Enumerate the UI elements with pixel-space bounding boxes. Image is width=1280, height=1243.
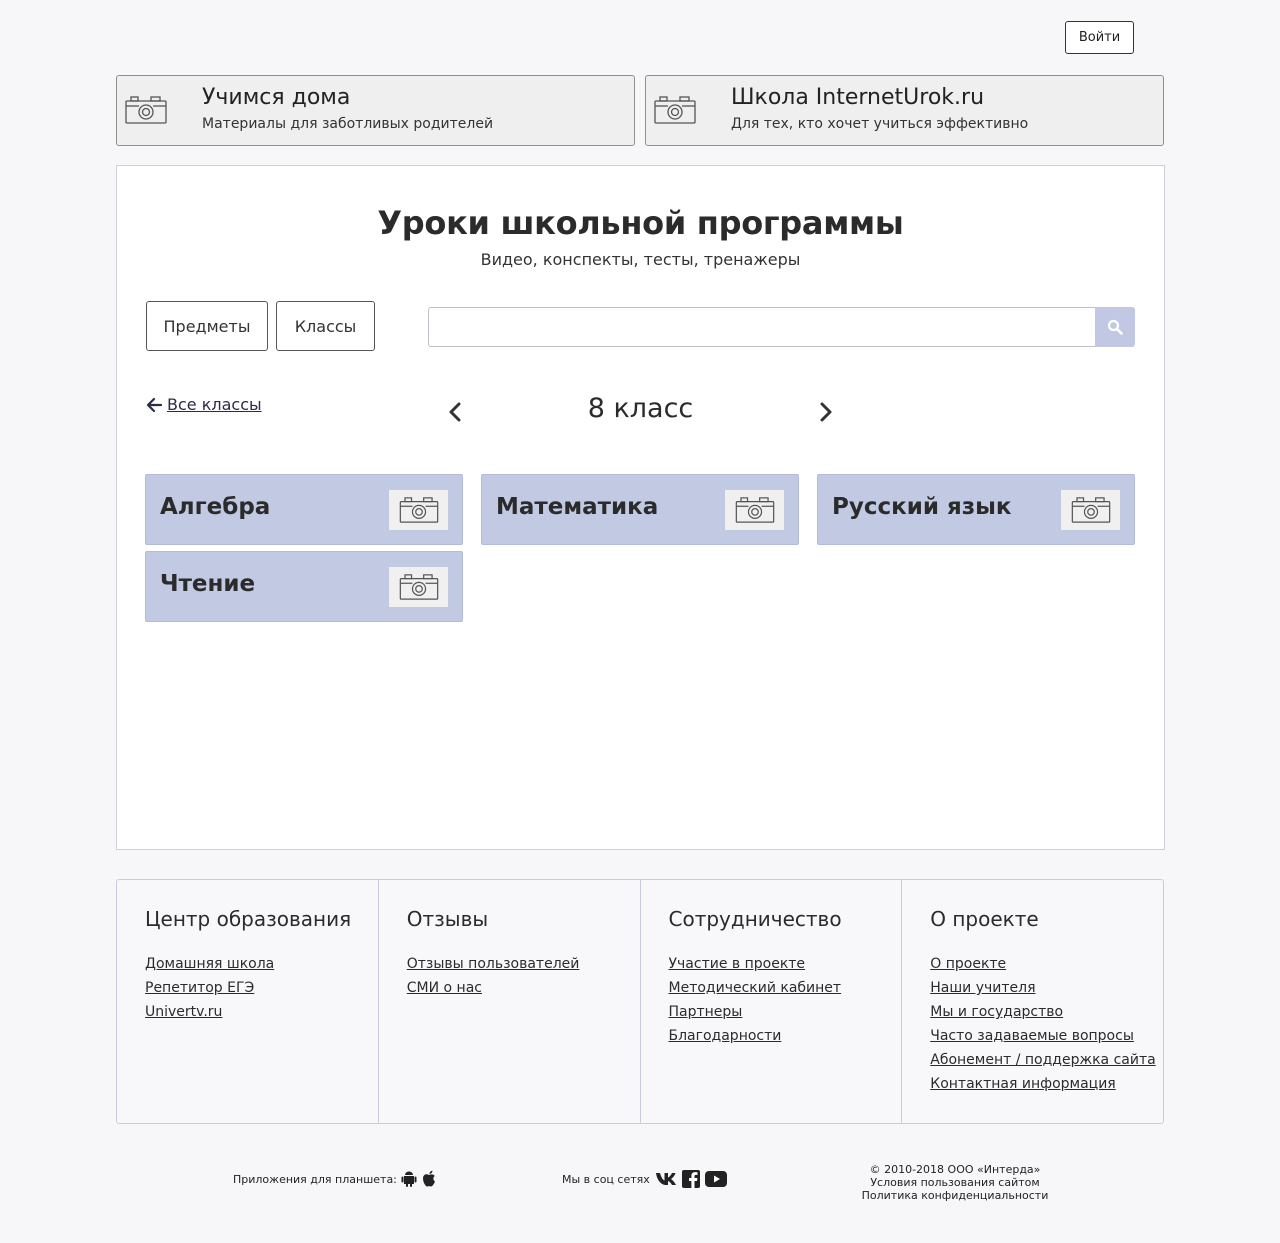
footer-link[interactable]: Благодарности xyxy=(669,1024,902,1048)
chevron-right-icon xyxy=(820,402,832,422)
subject-card-algebra[interactable]: Алгебра xyxy=(145,474,463,545)
youtube-icon[interactable] xyxy=(704,1171,727,1187)
footer-column-title: Сотрудничество xyxy=(668,907,842,931)
apple-icon[interactable] xyxy=(421,1170,437,1188)
footer-link[interactable]: Абонемент / поддержка сайта xyxy=(930,1048,1163,1072)
tab-classes[interactable]: Классы xyxy=(276,301,375,351)
camera-icon xyxy=(1061,490,1120,530)
footer-link[interactable]: Партнеры xyxy=(669,1000,902,1024)
footer-column-education: Центр образования Домашняя школа Репетит… xyxy=(117,880,379,1123)
subject-name: Алгебра xyxy=(160,494,271,520)
copyright-section: © 2010-2018 ООО «Интерда» Условия пользо… xyxy=(840,1163,1070,1202)
footer-link[interactable]: Univertv.ru xyxy=(145,1000,378,1024)
subject-name: Чтение xyxy=(160,571,256,597)
footer-link[interactable]: Контактная информация xyxy=(930,1072,1163,1096)
promo-internet-school[interactable]: Школа InternetUrok.ru Для тех, кто хочет… xyxy=(645,75,1164,146)
footer-links: Центр образования Домашняя школа Репетит… xyxy=(116,879,1164,1124)
android-icon[interactable] xyxy=(401,1170,417,1188)
tab-subjects[interactable]: Предметы xyxy=(146,301,268,351)
subject-name: Русский язык xyxy=(832,494,1012,520)
terms-link[interactable]: Условия пользования сайтом xyxy=(840,1176,1070,1189)
footer-column-about: О проекте О проекте Наши учителя Мы и го… xyxy=(902,880,1163,1123)
promo-subtitle: Материалы для заботливых родителей xyxy=(202,116,494,132)
footer-column-title: Центр образования xyxy=(145,907,352,931)
footer-link[interactable]: Репетитор ЕГЭ xyxy=(145,976,378,1000)
camera-icon xyxy=(654,95,696,129)
copyright-text: © 2010-2018 ООО «Интерда» xyxy=(869,1163,1041,1176)
vk-icon[interactable] xyxy=(655,1172,677,1186)
subject-card-math[interactable]: Математика xyxy=(481,474,799,545)
subject-card-russian[interactable]: Русский язык xyxy=(817,474,1135,545)
footer-link[interactable]: Наши учителя xyxy=(930,976,1163,1000)
apps-label: Приложения для планшета: xyxy=(233,1172,397,1186)
footer-link[interactable]: Методический кабинет xyxy=(669,976,902,1000)
search-icon xyxy=(1107,319,1123,335)
promo-subtitle: Для тех, кто хочет учиться эффективно xyxy=(731,116,1029,132)
subject-name: Математика xyxy=(496,494,659,520)
camera-icon xyxy=(389,567,448,607)
footer-link[interactable]: Домашняя школа xyxy=(145,952,378,976)
apps-section: Приложения для планшета: xyxy=(233,1170,437,1188)
footer-link[interactable]: Мы и государство xyxy=(930,1000,1163,1024)
camera-icon xyxy=(389,490,448,530)
grade-title: 8 класс xyxy=(587,393,694,424)
page-subtitle: Видео, конспекты, тесты, тренажеры xyxy=(480,250,801,269)
page-title: Уроки школьной программы xyxy=(377,204,904,242)
footer-column-title: О проекте xyxy=(930,907,1039,931)
camera-icon xyxy=(725,490,784,530)
next-grade-button[interactable] xyxy=(819,402,833,426)
footer-link[interactable]: Отзывы пользователей xyxy=(407,952,640,976)
footer-link[interactable]: О проекте xyxy=(930,952,1163,976)
footer-column-reviews: Отзывы Отзывы пользователей СМИ о нас xyxy=(379,880,641,1123)
social-label: Мы в соц сетях xyxy=(562,1172,650,1186)
footer-column-title: Отзывы xyxy=(406,907,489,931)
promo-title: Школа InternetUrok.ru xyxy=(731,85,985,110)
footer-link[interactable]: СМИ о нас xyxy=(407,976,640,1000)
privacy-link[interactable]: Политика конфиденциальности xyxy=(840,1189,1070,1202)
footer-link[interactable]: Часто задаваемые вопросы xyxy=(930,1024,1163,1048)
subject-card-reading[interactable]: Чтение xyxy=(145,551,463,622)
promo-title: Учимся дома xyxy=(202,85,351,110)
camera-icon xyxy=(125,95,167,129)
footer-link[interactable]: Участие в проекте xyxy=(669,952,902,976)
search-input[interactable] xyxy=(428,307,1096,347)
facebook-icon[interactable] xyxy=(681,1170,700,1188)
lessons-panel: Уроки школьной программы Видео, конспект… xyxy=(116,165,1165,850)
footer-column-cooperation: Сотрудничество Участие в проекте Методич… xyxy=(641,880,903,1123)
promo-learn-at-home[interactable]: Учимся дома Материалы для заботливых род… xyxy=(116,75,635,146)
search-button[interactable] xyxy=(1095,307,1135,347)
social-section: Мы в соц сетях xyxy=(562,1170,727,1188)
login-button[interactable]: Войти xyxy=(1065,21,1134,54)
